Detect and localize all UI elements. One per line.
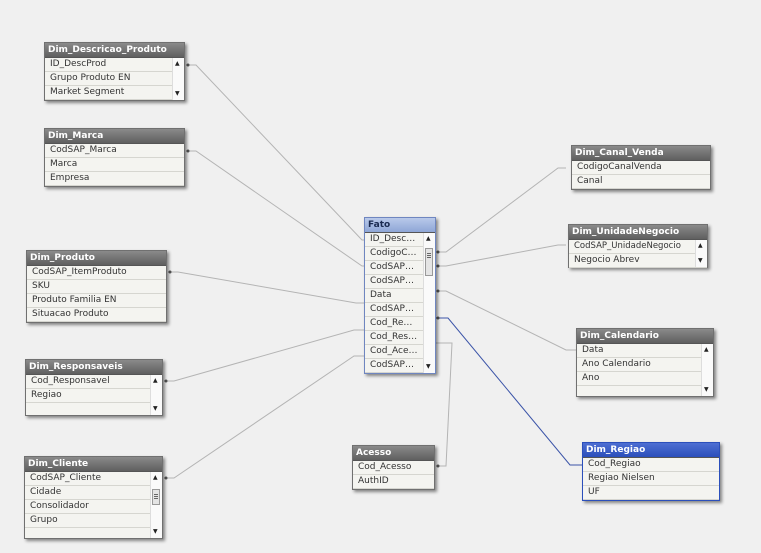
table-dim-responsaveis[interactable]: Dim_Responsaveis Cod_Responsavel Regiao …	[25, 359, 163, 416]
field-row[interactable]: Marca	[45, 158, 184, 172]
field-row[interactable]: CodSAP_ItemProduto	[27, 266, 166, 280]
field-row[interactable]: Market Segment	[45, 86, 184, 100]
scroll-up-icon[interactable]: ▲	[698, 243, 703, 249]
field-row[interactable]: CodigoCanalVenda	[572, 161, 710, 175]
scrollbar[interactable]: ▲ ▼	[150, 472, 162, 538]
scroll-up-icon[interactable]: ▲	[426, 236, 431, 242]
table-title[interactable]: Acesso	[353, 446, 434, 461]
field-row[interactable]: AuthID	[353, 475, 434, 489]
table-title[interactable]: Dim_Calendario	[577, 329, 713, 344]
table-dim-produto[interactable]: Dim_Produto CodSAP_ItemProduto SKU Produ…	[26, 250, 167, 323]
table-dim-canal-venda[interactable]: Dim_Canal_Venda CodigoCanalVenda Canal	[571, 145, 711, 190]
scroll-up-icon[interactable]: ▲	[153, 475, 158, 481]
scroll-thumb[interactable]	[152, 489, 160, 505]
table-title[interactable]: Dim_Cliente	[25, 457, 162, 472]
table-dim-cliente[interactable]: Dim_Cliente CodSAP_Cliente Cidade Consol…	[24, 456, 163, 539]
table-dim-unidade-negocio[interactable]: Dim_UnidadeNegocio CodSAP_UnidadeNegocio…	[568, 224, 708, 268]
field-row[interactable]: CodSAP_UnidadeNegocio	[569, 240, 707, 254]
table-dim-calendario[interactable]: Dim_Calendario Data Ano Calendario Ano ▲…	[576, 328, 714, 397]
scrollbar[interactable]: ▲ ▼	[701, 344, 713, 396]
table-dim-descricao-produto[interactable]: Dim_Descricao_Produto ID_DescProd Grupo …	[44, 42, 185, 101]
link-canal-fato	[436, 167, 566, 253]
field-row[interactable]: UF	[583, 486, 719, 500]
field-row[interactable]: Cod_Acesso	[353, 461, 434, 475]
field-row[interactable]: Negocio Abrev	[569, 254, 707, 268]
field-row[interactable]: Cidade	[25, 486, 162, 500]
field-row[interactable]: Grupo	[25, 514, 162, 528]
scrollbar[interactable]: ▲ ▼	[150, 375, 162, 415]
field-row[interactable]: Ano	[577, 372, 713, 386]
link-cliente-fato	[164, 355, 368, 479]
field-row[interactable]: Consolidador	[25, 500, 162, 514]
link-calendario-fato	[436, 290, 576, 351]
field-row[interactable]: ID_DescProd	[45, 58, 184, 72]
table-title[interactable]: Dim_Canal_Venda	[572, 146, 710, 161]
table-title[interactable]: Fato	[365, 218, 435, 233]
scroll-down-icon[interactable]: ▼	[153, 406, 158, 412]
field-row[interactable]: CodSAP_Marca	[45, 144, 184, 158]
scroll-down-icon[interactable]: ▼	[698, 258, 703, 264]
field-row[interactable]: Produto Familia EN	[27, 294, 166, 308]
field-row[interactable]: Regiao	[26, 389, 162, 403]
field-row[interactable]: Cod_Regiao	[583, 458, 719, 472]
scroll-down-icon[interactable]: ▼	[704, 387, 709, 393]
table-title[interactable]: Dim_Produto	[27, 251, 166, 266]
field-row[interactable]: CodSAP_Cliente	[25, 472, 162, 486]
scroll-up-icon[interactable]: ▲	[704, 347, 709, 353]
link-acesso-fato	[436, 342, 453, 467]
field-row[interactable]: Ano Calendario	[577, 358, 713, 372]
scroll-up-icon[interactable]: ▲	[175, 61, 180, 67]
link-unidade-fato	[436, 244, 566, 267]
scroll-up-icon[interactable]: ▲	[153, 378, 158, 384]
table-acesso[interactable]: Acesso Cod_Acesso AuthID	[352, 445, 435, 490]
field-row[interactable]: Grupo Produto EN	[45, 72, 184, 86]
scroll-down-icon[interactable]: ▼	[153, 529, 158, 535]
field-row[interactable]: Cod_Responsavel	[26, 375, 162, 389]
link-produto-fato	[168, 271, 368, 304]
field-row[interactable]: Situacao Produto	[27, 308, 166, 322]
field-row[interactable]: SKU	[27, 280, 166, 294]
link-marca-fato	[186, 150, 368, 267]
table-dim-regiao[interactable]: Dim_Regiao Cod_Regiao Regiao Nielsen UF	[582, 442, 720, 501]
table-fato[interactable]: Fato ID_Desc… CodigoC… CodSAP… CodSAP… D…	[364, 217, 436, 374]
scrollbar[interactable]: ▲ ▼	[423, 233, 435, 373]
field-row[interactable]: Canal	[572, 175, 710, 189]
scroll-down-icon[interactable]: ▼	[175, 91, 180, 97]
link-descricao-fato	[186, 64, 368, 241]
table-title[interactable]: Dim_Marca	[45, 129, 184, 144]
link-responsaveis-fato	[164, 329, 368, 382]
table-title[interactable]: Dim_UnidadeNegocio	[569, 225, 707, 240]
link-regiao-fato	[436, 317, 582, 466]
table-title[interactable]: Dim_Descricao_Produto	[45, 43, 184, 58]
field-row[interactable]: Empresa	[45, 172, 184, 186]
table-dim-marca[interactable]: Dim_Marca CodSAP_Marca Marca Empresa	[44, 128, 185, 187]
scroll-down-icon[interactable]: ▼	[426, 364, 431, 370]
field-row[interactable]: Regiao Nielsen	[583, 472, 719, 486]
table-title[interactable]: Dim_Regiao	[583, 443, 719, 458]
scroll-thumb[interactable]	[425, 248, 433, 276]
table-title[interactable]: Dim_Responsaveis	[26, 360, 162, 375]
scrollbar[interactable]: ▲ ▼	[172, 58, 184, 100]
field-row[interactable]: Data	[577, 344, 713, 358]
scrollbar[interactable]: ▲ ▼	[695, 240, 707, 267]
